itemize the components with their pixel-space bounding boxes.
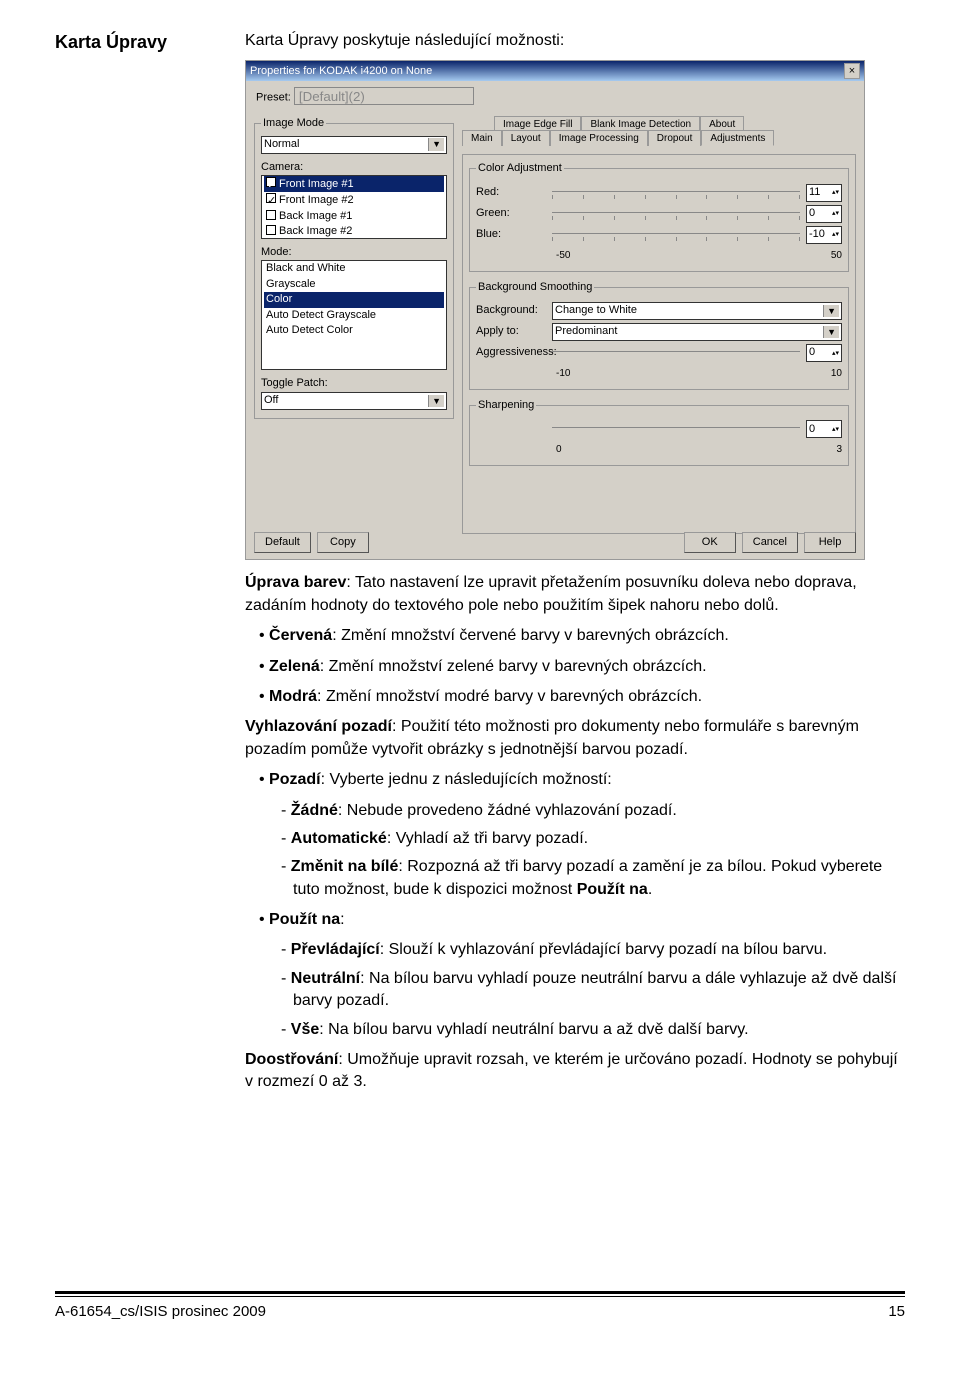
camera-listbox[interactable]: ✓Front Image #1 ✓Front Image #2 Back Ima… [261, 175, 447, 239]
default-button[interactable]: Default [254, 532, 311, 553]
help-button[interactable]: Help [804, 532, 856, 553]
blue-value[interactable]: -10▴▾ [806, 226, 842, 244]
tab-adjustments[interactable]: Adjustments [701, 130, 774, 146]
green-value[interactable]: 0▴▾ [806, 205, 842, 223]
apply-to-combo[interactable]: Predominant▼ [552, 323, 842, 341]
blue-slider[interactable] [552, 233, 800, 237]
bullet-green: Zelená: Změní množství zelené barvy v ba… [259, 656, 905, 678]
red-slider[interactable] [552, 191, 800, 195]
bullet-red: Červená: Změní množství červené barvy v … [259, 625, 905, 647]
copy-button[interactable]: Copy [317, 532, 369, 553]
color-adjustment-group: Color Adjustment Red: 11▴▾ Green: 0▴▾ Blue… [469, 161, 849, 271]
background-smoothing-group: Background Smoothing Background: Change t… [469, 280, 849, 390]
page-number: 15 [888, 1301, 905, 1322]
toggle-patch-combo[interactable]: Off▼ [261, 392, 447, 410]
dialog-title: Properties for KODAK i4200 on None [250, 61, 432, 81]
para-bg-smoothing: Vyhlazování pozadí: Použití této možnost… [245, 716, 905, 761]
tab-main[interactable]: Main [462, 130, 502, 146]
sharpening-group: Sharpening 0▴▾ 03 [469, 398, 849, 466]
green-label: Green: [476, 206, 546, 221]
sharpening-slider[interactable] [552, 427, 800, 431]
background-label: Background: [476, 303, 546, 318]
dialog-screenshot: Properties for KODAK i4200 on None × Pre… [245, 60, 865, 560]
image-mode-group: Image Mode Normal▼ Camera: ✓Front Image … [254, 116, 454, 419]
sub-bullet-neutral: Neutrální: Na bílou barvu vyhladí pouze … [281, 968, 905, 1013]
para-color-adjust: Úprava barev: Tato nastavení lze upravit… [245, 572, 905, 617]
footer-left: A-61654_cs/ISIS prosinec 2009 [55, 1301, 266, 1322]
preset-label: Preset: [256, 92, 291, 104]
green-slider[interactable] [552, 212, 800, 216]
cancel-button[interactable]: Cancel [742, 532, 798, 553]
red-value[interactable]: 11▴▾ [806, 184, 842, 202]
close-icon[interactable]: × [844, 63, 860, 79]
page-footer: A-61654_cs/ISIS prosinec 2009 15 [55, 1291, 905, 1322]
section-heading: Karta Úpravy [55, 30, 215, 55]
bullet-blue: Modrá: Změní množství modré barvy v bare… [259, 686, 905, 708]
camera-label: Camera: [261, 160, 447, 175]
tab-dropout[interactable]: Dropout [648, 130, 702, 146]
bg-scale: -1010 [476, 365, 842, 381]
red-label: Red: [476, 185, 546, 200]
body-content: Úprava barev: Tato nastavení lze upravit… [245, 572, 905, 1093]
mode-label: Mode: [261, 245, 447, 260]
sharpen-scale: 03 [476, 441, 842, 457]
sharpening-value[interactable]: 0▴▾ [806, 420, 842, 438]
bullet-background: Pozadí: Vyberte jednu z následujících mo… [259, 769, 905, 791]
sharpening-legend: Sharpening [476, 398, 536, 413]
image-mode-combo[interactable]: Normal▼ [261, 136, 447, 154]
sub-bullet-white: Změnit na bílé: Rozpozná až tři barvy po… [281, 856, 905, 901]
sub-bullet-auto: Automatické: Vyhladí až tři barvy pozadí… [281, 828, 905, 850]
color-adj-legend: Color Adjustment [476, 161, 564, 176]
tab-image-processing[interactable]: Image Processing [550, 130, 648, 146]
aggressiveness-label: Aggressiveness: [476, 345, 546, 360]
aggressiveness-value[interactable]: 0▴▾ [806, 344, 842, 362]
bullet-apply-to: Použít na: [259, 909, 905, 931]
background-combo[interactable]: Change to White▼ [552, 302, 842, 320]
image-mode-legend: Image Mode [261, 116, 326, 131]
bg-smoothing-legend: Background Smoothing [476, 280, 594, 295]
intro-text: Karta Úpravy poskytuje následující možno… [245, 30, 905, 52]
ok-button[interactable]: OK [684, 532, 736, 553]
apply-to-label: Apply to: [476, 324, 546, 339]
sub-bullet-none: Žádné: Nebude provedeno žádné vyhlazován… [281, 800, 905, 822]
tab-strip: Image Edge Fill Blank Image Detection Ab… [462, 116, 856, 140]
dialog-titlebar: Properties for KODAK i4200 on None × [246, 61, 864, 81]
tab-layout[interactable]: Layout [502, 130, 550, 146]
para-sharpening: Doostřování: Umožňuje upravit rozsah, ve… [245, 1049, 905, 1094]
sub-bullet-predominant: Převládající: Slouží k vyhlazování převl… [281, 939, 905, 961]
blue-label: Blue: [476, 227, 546, 242]
mode-listbox[interactable]: Black and White Grayscale Color Auto Det… [261, 260, 447, 370]
aggressiveness-slider[interactable] [552, 351, 800, 355]
color-scale: -5050 [476, 247, 842, 263]
toggle-patch-label: Toggle Patch: [261, 376, 447, 391]
preset-field[interactable] [294, 87, 474, 105]
sub-bullet-all: Vše: Na bílou barvu vyhladí neutrální ba… [281, 1019, 905, 1041]
